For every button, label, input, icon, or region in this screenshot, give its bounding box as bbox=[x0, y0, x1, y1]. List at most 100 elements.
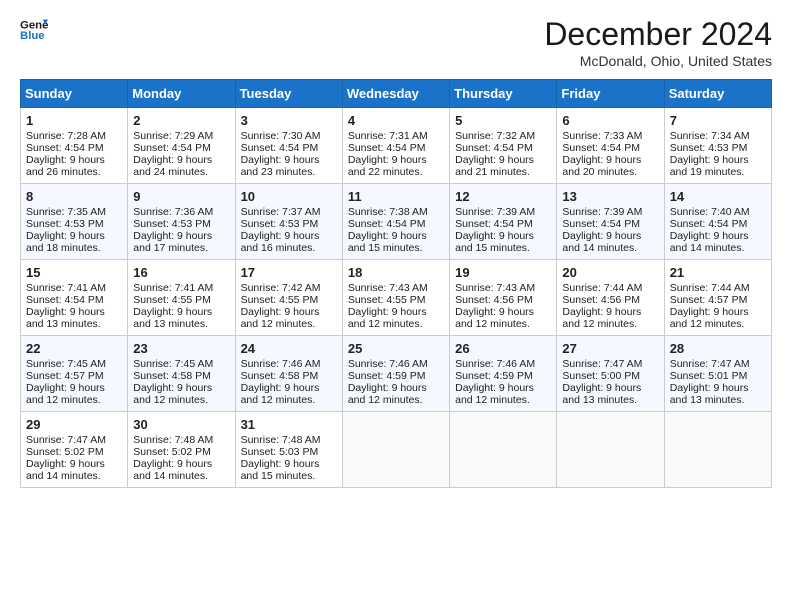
calendar-cell: 16Sunrise: 7:41 AMSunset: 4:55 PMDayligh… bbox=[128, 260, 235, 336]
day-info-line: Daylight: 9 hours bbox=[670, 382, 766, 394]
day-info-line: Sunset: 5:02 PM bbox=[26, 446, 122, 458]
day-info-line: Sunset: 4:54 PM bbox=[26, 142, 122, 154]
day-info-line: and 22 minutes. bbox=[348, 166, 444, 178]
weekday-header-friday: Friday bbox=[557, 80, 664, 108]
day-info-line: Daylight: 9 hours bbox=[133, 382, 229, 394]
day-info-line: Daylight: 9 hours bbox=[562, 230, 658, 242]
day-info-line: Sunset: 5:00 PM bbox=[562, 370, 658, 382]
day-info-line: Sunrise: 7:37 AM bbox=[241, 206, 337, 218]
day-number: 4 bbox=[348, 113, 444, 128]
day-info-line: Daylight: 9 hours bbox=[562, 382, 658, 394]
day-info-line: Sunset: 5:01 PM bbox=[670, 370, 766, 382]
day-info-line: Sunrise: 7:45 AM bbox=[26, 358, 122, 370]
day-number: 17 bbox=[241, 265, 337, 280]
day-info-line: Sunset: 4:54 PM bbox=[455, 142, 551, 154]
day-info-line: Sunrise: 7:46 AM bbox=[241, 358, 337, 370]
day-info-line: Sunset: 4:53 PM bbox=[670, 142, 766, 154]
day-number: 29 bbox=[26, 417, 122, 432]
calendar-cell: 31Sunrise: 7:48 AMSunset: 5:03 PMDayligh… bbox=[235, 412, 342, 488]
day-info-line: Daylight: 9 hours bbox=[26, 458, 122, 470]
calendar-cell: 14Sunrise: 7:40 AMSunset: 4:54 PMDayligh… bbox=[664, 184, 771, 260]
calendar-cell: 28Sunrise: 7:47 AMSunset: 5:01 PMDayligh… bbox=[664, 336, 771, 412]
day-info-line: Sunset: 4:54 PM bbox=[348, 218, 444, 230]
day-info-line: Daylight: 9 hours bbox=[455, 306, 551, 318]
day-info-line: Sunrise: 7:43 AM bbox=[455, 282, 551, 294]
day-info-line: and 12 minutes. bbox=[241, 318, 337, 330]
calendar-cell: 24Sunrise: 7:46 AMSunset: 4:58 PMDayligh… bbox=[235, 336, 342, 412]
day-info-line: Sunset: 4:57 PM bbox=[26, 370, 122, 382]
day-info-line: and 12 minutes. bbox=[133, 394, 229, 406]
day-number: 23 bbox=[133, 341, 229, 356]
day-info-line: Sunrise: 7:38 AM bbox=[348, 206, 444, 218]
day-info-line: Daylight: 9 hours bbox=[241, 306, 337, 318]
day-info-line: Sunrise: 7:47 AM bbox=[670, 358, 766, 370]
day-number: 15 bbox=[26, 265, 122, 280]
calendar-cell: 6Sunrise: 7:33 AMSunset: 4:54 PMDaylight… bbox=[557, 108, 664, 184]
day-info-line: Daylight: 9 hours bbox=[241, 230, 337, 242]
weekday-header-saturday: Saturday bbox=[664, 80, 771, 108]
day-info-line: and 26 minutes. bbox=[26, 166, 122, 178]
day-number: 5 bbox=[455, 113, 551, 128]
day-info-line: Sunset: 4:53 PM bbox=[133, 218, 229, 230]
day-info-line: and 14 minutes. bbox=[670, 242, 766, 254]
day-info-line: and 15 minutes. bbox=[348, 242, 444, 254]
day-info-line: Daylight: 9 hours bbox=[26, 306, 122, 318]
day-info-line: Sunrise: 7:33 AM bbox=[562, 130, 658, 142]
calendar-cell: 30Sunrise: 7:48 AMSunset: 5:02 PMDayligh… bbox=[128, 412, 235, 488]
day-number: 16 bbox=[133, 265, 229, 280]
day-info-line: Daylight: 9 hours bbox=[133, 230, 229, 242]
day-number: 9 bbox=[133, 189, 229, 204]
calendar-cell: 3Sunrise: 7:30 AMSunset: 4:54 PMDaylight… bbox=[235, 108, 342, 184]
day-number: 25 bbox=[348, 341, 444, 356]
calendar-cell: 1Sunrise: 7:28 AMSunset: 4:54 PMDaylight… bbox=[21, 108, 128, 184]
calendar-week-row: 29Sunrise: 7:47 AMSunset: 5:02 PMDayligh… bbox=[21, 412, 772, 488]
calendar-cell bbox=[450, 412, 557, 488]
day-info-line: and 12 minutes. bbox=[455, 318, 551, 330]
day-info-line: Daylight: 9 hours bbox=[241, 154, 337, 166]
day-number: 21 bbox=[670, 265, 766, 280]
day-info-line: Sunrise: 7:28 AM bbox=[26, 130, 122, 142]
calendar-cell: 9Sunrise: 7:36 AMSunset: 4:53 PMDaylight… bbox=[128, 184, 235, 260]
day-info-line: Sunset: 4:54 PM bbox=[562, 218, 658, 230]
day-info-line: Sunrise: 7:30 AM bbox=[241, 130, 337, 142]
logo: General Blue bbox=[20, 16, 48, 44]
day-info-line: Sunset: 4:54 PM bbox=[348, 142, 444, 154]
day-number: 22 bbox=[26, 341, 122, 356]
day-info-line: Sunrise: 7:48 AM bbox=[241, 434, 337, 446]
calendar-cell: 20Sunrise: 7:44 AMSunset: 4:56 PMDayligh… bbox=[557, 260, 664, 336]
calendar-cell: 7Sunrise: 7:34 AMSunset: 4:53 PMDaylight… bbox=[664, 108, 771, 184]
day-info-line: and 12 minutes. bbox=[348, 394, 444, 406]
day-info-line: Sunrise: 7:47 AM bbox=[562, 358, 658, 370]
day-number: 30 bbox=[133, 417, 229, 432]
day-info-line: Sunset: 4:57 PM bbox=[670, 294, 766, 306]
day-info-line: and 19 minutes. bbox=[670, 166, 766, 178]
day-number: 27 bbox=[562, 341, 658, 356]
day-info-line: Sunset: 4:54 PM bbox=[133, 142, 229, 154]
day-info-line: Daylight: 9 hours bbox=[562, 306, 658, 318]
day-info-line: Daylight: 9 hours bbox=[670, 230, 766, 242]
weekday-header-wednesday: Wednesday bbox=[342, 80, 449, 108]
day-info-line: Sunrise: 7:41 AM bbox=[133, 282, 229, 294]
day-info-line: and 12 minutes. bbox=[455, 394, 551, 406]
day-info-line: Sunset: 4:54 PM bbox=[670, 218, 766, 230]
day-info-line: Daylight: 9 hours bbox=[455, 154, 551, 166]
day-info-line: Daylight: 9 hours bbox=[348, 230, 444, 242]
weekday-header-thursday: Thursday bbox=[450, 80, 557, 108]
calendar-cell: 19Sunrise: 7:43 AMSunset: 4:56 PMDayligh… bbox=[450, 260, 557, 336]
day-info-line: Sunrise: 7:29 AM bbox=[133, 130, 229, 142]
calendar-cell: 17Sunrise: 7:42 AMSunset: 4:55 PMDayligh… bbox=[235, 260, 342, 336]
day-info-line: Sunrise: 7:39 AM bbox=[562, 206, 658, 218]
day-info-line: Sunset: 4:54 PM bbox=[455, 218, 551, 230]
calendar-week-row: 1Sunrise: 7:28 AMSunset: 4:54 PMDaylight… bbox=[21, 108, 772, 184]
day-number: 24 bbox=[241, 341, 337, 356]
day-info-line: Daylight: 9 hours bbox=[670, 306, 766, 318]
day-info-line: Sunrise: 7:46 AM bbox=[455, 358, 551, 370]
calendar-cell: 26Sunrise: 7:46 AMSunset: 4:59 PMDayligh… bbox=[450, 336, 557, 412]
calendar-cell: 2Sunrise: 7:29 AMSunset: 4:54 PMDaylight… bbox=[128, 108, 235, 184]
day-number: 6 bbox=[562, 113, 658, 128]
day-info-line: Daylight: 9 hours bbox=[133, 154, 229, 166]
day-info-line: Sunrise: 7:35 AM bbox=[26, 206, 122, 218]
day-info-line: Daylight: 9 hours bbox=[241, 382, 337, 394]
day-info-line: Daylight: 9 hours bbox=[26, 382, 122, 394]
day-info-line: and 13 minutes. bbox=[670, 394, 766, 406]
